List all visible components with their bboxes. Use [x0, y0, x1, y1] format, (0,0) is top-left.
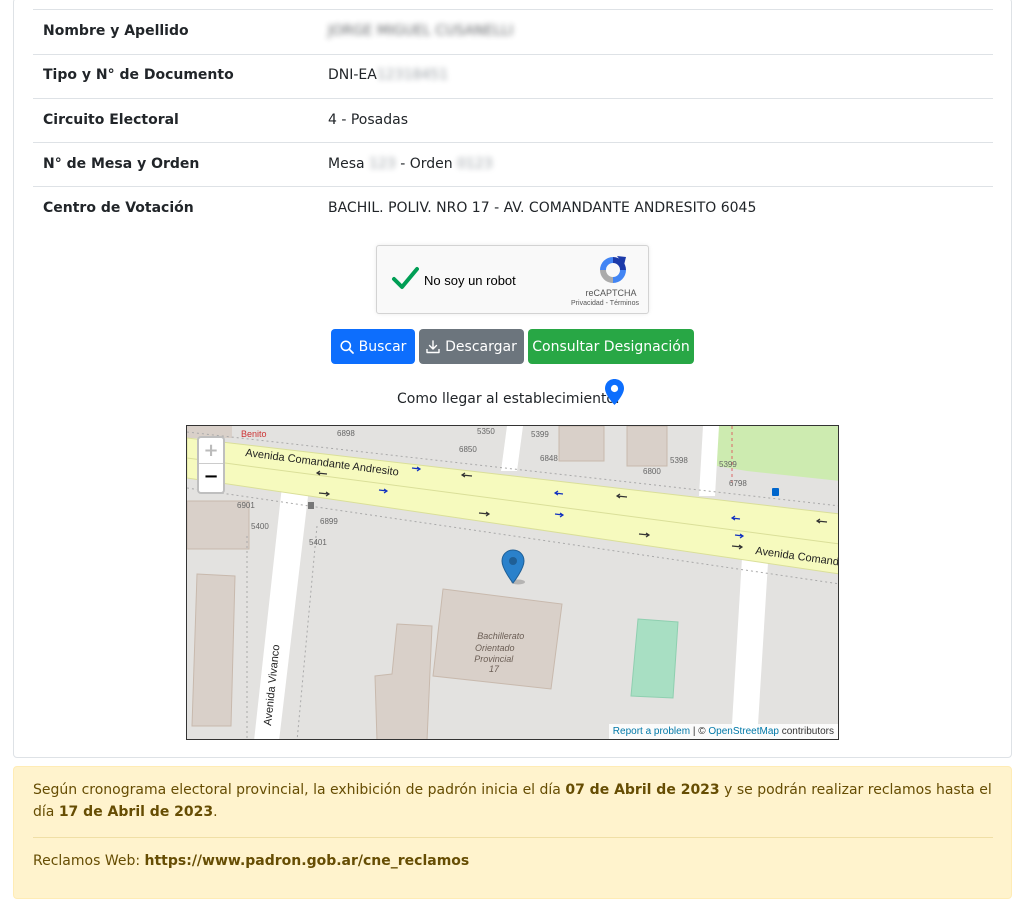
download-button[interactable]: Descargar	[419, 329, 524, 364]
location-map[interactable]: Avenida Comandante Andresito Avenida Com…	[186, 425, 839, 740]
checkmark-icon[interactable]	[391, 264, 419, 292]
place-label-3: Provincial	[474, 654, 514, 664]
recaptcha-widget[interactable]: No soy un robot reCAPTCHA Privacidad - T…	[376, 245, 649, 314]
house-number: 5400	[251, 522, 269, 531]
zoom-in-button[interactable]: +	[199, 438, 223, 464]
house-number: 5399	[719, 460, 737, 469]
house-number: 6800	[643, 467, 661, 476]
zoom-control: + −	[197, 436, 225, 494]
value-circuito: 4 - Posadas	[328, 112, 409, 128]
row-circuito: Circuito Electoral 4 - Posadas	[33, 98, 993, 142]
search-icon	[340, 339, 354, 354]
notice-text: Según cronograma electoral provincial, l…	[33, 779, 995, 823]
notice-text-part3: .	[213, 804, 218, 820]
label-centro: Centro de Votación	[43, 200, 194, 216]
search-button-label: Buscar	[358, 338, 407, 355]
value-centro: BACHIL. POLIV. NRO 17 - AV. COMANDANTE A…	[328, 200, 757, 216]
value-documento: DNI-EA12318451	[328, 67, 448, 83]
house-number: 6798	[729, 479, 747, 488]
label-mesa: N° de Mesa y Orden	[43, 156, 200, 172]
recaptcha-logo-icon	[600, 256, 626, 283]
doc-type: DNI-EA	[328, 67, 377, 83]
row-mesa: N° de Mesa y Orden Mesa 123 - Orden 0123	[33, 142, 993, 186]
notice-date-start: 07 de Abril de 2023	[565, 782, 720, 798]
attribution-suffix: contributors	[778, 726, 834, 737]
claims-web: Reclamos Web: https://www.padron.gob.ar/…	[33, 853, 469, 869]
orden-label: - Orden	[400, 156, 453, 172]
mesa-label: Mesa	[328, 156, 365, 172]
download-button-label: Descargar	[445, 338, 517, 355]
claims-web-label: Reclamos Web:	[33, 853, 145, 869]
report-problem-link[interactable]: Report a problem	[613, 726, 690, 737]
house-number: 5398	[670, 456, 688, 465]
place-label-2: Orientado	[475, 643, 515, 653]
house-number: 6850	[459, 445, 477, 454]
label-documento: Tipo y N° de Documento	[43, 67, 234, 83]
notice-text-part1: Según cronograma electoral provincial, l…	[33, 782, 566, 798]
download-icon	[426, 339, 440, 353]
captcha-label: No soy un robot	[424, 273, 516, 288]
attribution-separator: | ©	[690, 726, 709, 737]
zoom-out-button[interactable]: −	[199, 464, 223, 490]
place-top-left: Benito	[241, 429, 267, 439]
notice-date-end: 17 de Abril de 2023	[58, 804, 214, 820]
row-documento: Tipo y N° de Documento DNI-EA12318451	[33, 54, 993, 98]
house-number: 5350	[477, 427, 495, 436]
house-number: 6848	[540, 454, 558, 463]
osm-link[interactable]: OpenStreetMap	[708, 726, 779, 737]
map-attribution: Report a problem | © OpenStreetMap contr…	[608, 724, 838, 739]
doc-number: 12318451	[376, 67, 449, 83]
consult-button-label: Consultar Designación	[532, 338, 690, 355]
mesa-number: 123	[369, 156, 396, 172]
notice-divider	[33, 837, 993, 838]
location-pin-icon[interactable]	[604, 378, 625, 406]
house-number: 6901	[237, 501, 255, 510]
label-nombre: Nombre y Apellido	[43, 23, 189, 39]
row-centro: Centro de Votación BACHIL. POLIV. NRO 17…	[33, 186, 993, 230]
orden-number: 0123	[457, 156, 493, 172]
house-number: 6898	[337, 429, 355, 438]
captcha-brand: reCAPTCHA	[585, 288, 637, 298]
value-nombre: JORGE MIGUEL CUSANELLI	[328, 23, 514, 39]
consult-designation-button[interactable]: Consultar Designación	[528, 329, 694, 364]
map-marker-icon[interactable]	[501, 549, 527, 585]
house-number: 5399	[531, 430, 549, 439]
value-mesa: Mesa 123 - Orden 0123	[328, 156, 493, 172]
schedule-notice: Según cronograma electoral provincial, l…	[13, 766, 1012, 899]
row-nombre: Nombre y Apellido JORGE MIGUEL CUSANELLI	[33, 9, 993, 54]
search-button[interactable]: Buscar	[331, 329, 415, 364]
house-number: 6899	[320, 517, 338, 526]
claims-web-url[interactable]: https://www.padron.gob.ar/cne_reclamos	[145, 853, 470, 869]
directions-label: Como llegar al establecimiento:	[397, 391, 620, 407]
place-label-4: 17	[489, 664, 500, 674]
captcha-terms[interactable]: Privacidad - Términos	[563, 300, 647, 307]
place-label-1: Bachillerato	[477, 631, 524, 641]
house-number: 5401	[309, 538, 327, 547]
label-circuito: Circuito Electoral	[43, 112, 179, 128]
